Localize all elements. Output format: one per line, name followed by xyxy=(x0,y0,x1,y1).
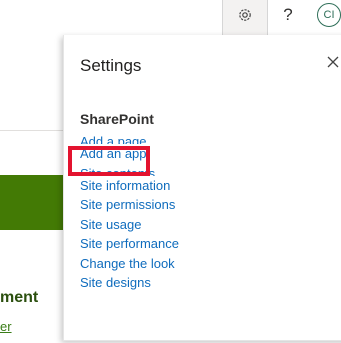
close-button[interactable] xyxy=(322,53,341,75)
hero-banner xyxy=(0,175,67,230)
menu-item-site-information[interactable]: Site information xyxy=(80,176,179,196)
help-icon: ? xyxy=(283,5,293,24)
sharepoint-page: ? CI ment er Settings SharePoint Add a p… xyxy=(0,0,341,343)
section-title-sharepoint: SharePoint xyxy=(80,111,154,127)
menu-item-site-usage[interactable]: Site usage xyxy=(80,215,179,235)
highlight-annotation xyxy=(68,146,150,176)
help-button[interactable]: ? xyxy=(268,0,308,30)
web-part-link[interactable]: er xyxy=(0,319,12,334)
settings-panel: Settings SharePoint Add a page Add an ap… xyxy=(63,35,341,341)
menu-item-add-a-page[interactable]: Add a page xyxy=(80,132,179,144)
gear-icon xyxy=(236,6,254,29)
menu-item-site-designs[interactable]: Site designs xyxy=(80,273,179,293)
avatar[interactable]: CI xyxy=(317,3,341,27)
menu-item-change-the-look[interactable]: Change the look xyxy=(80,254,179,274)
suite-header: ? CI xyxy=(0,0,341,35)
content-divider xyxy=(0,130,66,131)
panel-title: Settings xyxy=(80,56,142,75)
settings-button[interactable] xyxy=(222,0,268,35)
menu-item-site-performance[interactable]: Site performance xyxy=(80,234,179,254)
close-icon xyxy=(327,55,339,73)
web-part-heading: ment xyxy=(0,289,39,306)
menu-item-site-permissions[interactable]: Site permissions xyxy=(80,195,179,215)
